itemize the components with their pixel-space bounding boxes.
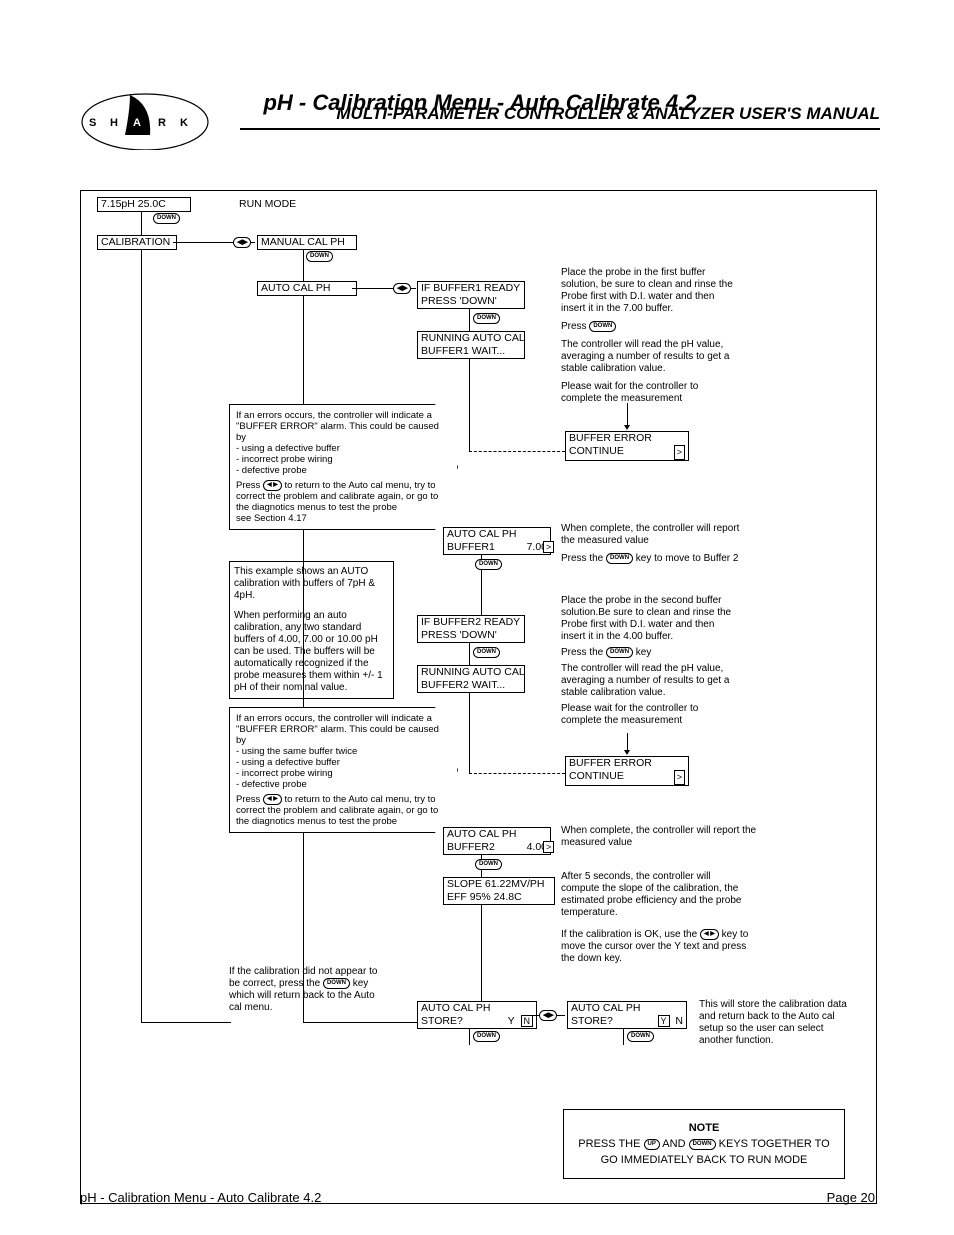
note-buf1-complete: When complete, the controller will repor… (561, 523, 741, 565)
lr-key-icon: ◀ ▶ (539, 1010, 557, 1021)
lcd-running-buf1: RUNNING AUTO CAL BUFFER1 WAIT... (417, 331, 525, 359)
run-mode-label: RUN MODE (239, 198, 296, 210)
lr-key-icon: ◀ ▶ (233, 237, 251, 248)
lcd-slope: SLOPE 61.22MV/PH EFF 95% 24.8C (443, 877, 555, 905)
down-key-icon: DOWN (475, 859, 502, 870)
down-key-icon: DOWN (475, 559, 502, 570)
down-key-icon: DOWN (153, 213, 180, 224)
note-slope: After 5 seconds, the controller will com… (561, 871, 751, 965)
page-footer: pH - Calibration Menu - Auto Calibrate 4… (80, 1190, 875, 1205)
shark-logo: S H A R K (80, 90, 210, 153)
lcd-buf2-value: AUTO CAL PH BUFFER24.00 (443, 827, 551, 855)
manual-title: MULTI-PARAMETER CONTROLLER & ANALYZER US… (240, 104, 880, 130)
note-buf2-instructions: Place the probe in the second buffer sol… (561, 595, 741, 727)
lcd-buf2-ready: IF BUFFER2 READY PRESS 'DOWN' (417, 615, 525, 643)
note-cal-incorrect: If the calibration did not appear to be … (229, 966, 384, 1014)
lcd-store-yn-right: AUTO CAL PH STORE?Y N (567, 1001, 687, 1029)
footer-left: pH - Calibration Menu - Auto Calibrate 4… (80, 1190, 321, 1205)
flowchart-diagram: 7.15pH 25.0C RUN MODE DOWN CALIBRATION ◀… (80, 190, 877, 1204)
document-page: S H A R K MULTI-PARAMETER CONTROLLER & A… (80, 40, 880, 170)
example-buffers-note: This example shows an AUTO calibration w… (229, 561, 394, 699)
note-buf1-instructions: Place the probe in the first buffer solu… (561, 267, 741, 405)
svg-text:H: H (110, 117, 118, 129)
note-store-result: This will store the calibration data and… (699, 999, 854, 1047)
lr-key-icon: ◀ ▶ (700, 929, 719, 940)
lr-key-icon: ◀ ▶ (393, 283, 411, 294)
lcd-running-buf2: RUNNING AUTO CAL BUFFER2 WAIT... (417, 665, 525, 693)
down-key-icon: DOWN (589, 321, 616, 332)
error-callout-1: If an errors occurs, the controller will… (229, 404, 458, 530)
svg-text:A: A (133, 117, 141, 129)
svg-text:S: S (89, 117, 96, 129)
lcd-buf-error-1: BUFFER ERROR CONTINUE> (565, 431, 689, 461)
lcd-buf1-ready: IF BUFFER1 READY PRESS 'DOWN' (417, 281, 525, 309)
footer-right: Page 20 (827, 1190, 875, 1205)
lcd-auto-cal: AUTO CAL PH (257, 281, 357, 296)
lr-key-icon: ◀ ▶ (263, 480, 282, 491)
down-key-icon: DOWN (627, 1031, 654, 1042)
up-key-icon: UP (644, 1139, 660, 1150)
down-key-icon: DOWN (606, 647, 633, 658)
page-header: S H A R K MULTI-PARAMETER CONTROLLER & A… (80, 90, 880, 170)
svg-text:R: R (158, 117, 166, 129)
svg-text:K: K (180, 117, 188, 129)
lcd-buf1-value: AUTO CAL PH BUFFER17.00 (443, 527, 551, 555)
down-key-icon: DOWN (473, 313, 500, 324)
down-key-icon: DOWN (473, 1031, 500, 1042)
down-key-icon: DOWN (473, 647, 500, 658)
note-buf2-complete: When complete, the controller will repor… (561, 825, 761, 849)
lcd-calibration: CALIBRATION (97, 235, 177, 250)
lcd-buf-error-2: BUFFER ERROR CONTINUE> (565, 756, 689, 786)
lcd-run: 7.15pH 25.0C (97, 197, 191, 212)
down-key-icon: DOWN (689, 1139, 716, 1150)
down-key-icon: DOWN (306, 251, 333, 262)
lcd-store-yn-left: AUTO CAL PH STORE?Y N (417, 1001, 537, 1029)
gt-indicator: > (543, 541, 554, 553)
note-run-mode-box: NOTE PRESS THE UP AND DOWN KEYS TOGETHER… (563, 1109, 845, 1179)
down-key-icon: DOWN (606, 553, 633, 564)
error-callout-2: If an errors occurs, the controller will… (229, 707, 458, 833)
down-key-icon: DOWN (323, 978, 350, 989)
lcd-manual-cal: MANUAL CAL PH (257, 235, 357, 250)
gt-indicator: > (543, 841, 554, 853)
lr-key-icon: ◀ ▶ (263, 794, 282, 805)
